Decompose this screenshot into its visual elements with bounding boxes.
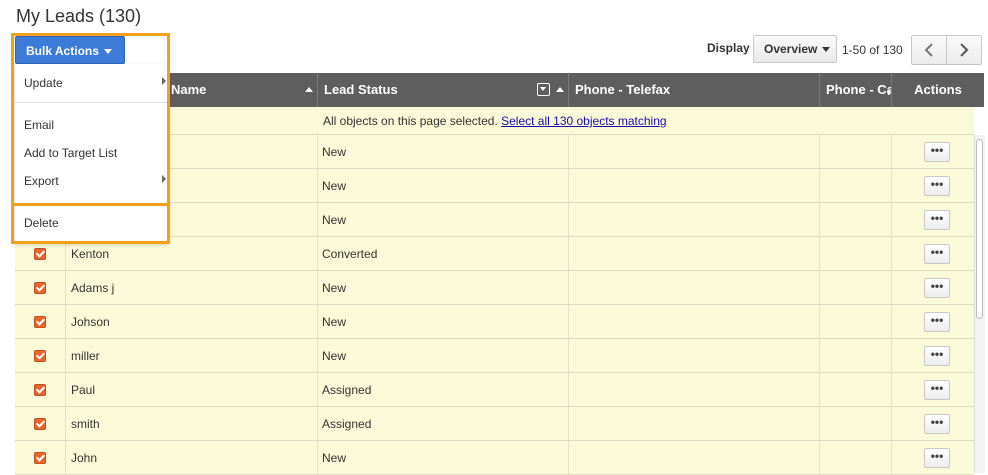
row-checkbox[interactable] [34,384,46,396]
checkbox-cell [15,441,66,474]
row-checkbox[interactable] [34,452,46,464]
lead-status: Assigned [322,417,372,431]
previous-page-button[interactable] [911,35,947,65]
row-actions-button[interactable]: ••• [924,380,950,400]
vertical-scrollbar[interactable] [974,135,985,473]
row-actions-button[interactable]: ••• [924,176,950,196]
display-select[interactable]: Overview [753,35,837,63]
lead-status: New [322,145,347,159]
menu-divider [15,102,168,103]
table-row[interactable]: smith Assigned ••• [15,407,974,441]
checkbox-cell [15,373,66,406]
row-actions-button[interactable]: ••• [924,346,950,366]
row-checkbox[interactable] [34,282,46,294]
menu-item-update[interactable]: Update [24,76,63,90]
filter-icon[interactable] [537,83,550,96]
display-label: Display [707,41,750,55]
row-actions-button[interactable]: ••• [924,448,950,468]
lead-name[interactable]: miller [71,339,100,373]
sort-ascending-icon [305,87,313,92]
chevron-right-icon [960,43,969,57]
menu-item-delete[interactable]: Delete [24,216,59,230]
lead-status: New [322,315,347,329]
table-row[interactable]: Johson New ••• [15,305,974,339]
lead-name[interactable]: Paul [71,373,95,407]
lead-name[interactable]: Adams j [71,271,114,305]
lead-status: Assigned [322,383,372,397]
lead-status: New [322,349,347,363]
column-header-name[interactable]: Name [165,73,318,107]
highlight-divider [11,203,170,206]
row-checkbox[interactable] [34,418,46,430]
table-row[interactable]: Adams j New ••• [15,271,974,305]
checkbox-cell [15,407,66,440]
lead-status: New [322,179,347,193]
row-actions-button[interactable]: ••• [924,278,950,298]
chevron-down-icon [104,49,112,54]
table-row[interactable]: John New ••• [15,441,974,475]
page-title: My Leads (130) [16,6,142,26]
menu-item-add-to-target-list[interactable]: Add to Target List [24,146,117,160]
table-row[interactable]: Paul Assigned ••• [15,373,974,407]
submenu-arrow-icon [162,77,166,85]
checkbox-cell [15,271,66,304]
column-header-phone-ca[interactable]: Phone - Ca [820,73,892,107]
checkbox-cell [15,305,66,338]
bulk-actions-button[interactable]: Bulk Actions [15,36,125,64]
checkbox-cell [15,339,66,372]
menu-item-email[interactable]: Email [24,118,54,132]
page-range: 1-50 of 130 [842,43,903,57]
selection-message: All objects on this page selected. [323,114,498,128]
row-actions-button[interactable]: ••• [924,210,950,230]
column-header-lead-status[interactable]: Lead Status [318,73,569,107]
lead-name[interactable]: smith [71,407,100,441]
row-checkbox[interactable] [34,350,46,362]
scroll-columns-right-icon[interactable]: › [887,83,892,99]
row-checkbox[interactable] [34,316,46,328]
submenu-arrow-icon [162,175,166,183]
row-actions-button[interactable]: ••• [924,142,950,162]
lead-name[interactable]: Johson [71,305,110,339]
sort-ascending-icon [556,87,564,92]
select-all-link[interactable]: Select all 130 objects matching [501,114,666,128]
column-header-phone-telefax[interactable]: Phone - Telefax [569,73,820,107]
column-header-actions: Actions [914,82,962,97]
row-actions-button[interactable]: ••• [924,244,950,264]
lead-status: New [322,451,347,465]
lead-status: New [322,213,347,227]
chevron-down-icon [822,47,830,52]
table-row[interactable]: Kenton Converted ••• [15,237,974,271]
table-row[interactable]: miller New ••• [15,339,974,373]
lead-name[interactable]: John [71,441,97,475]
chevron-left-icon [924,43,933,57]
lead-status: New [322,281,347,295]
menu-item-export[interactable]: Export [24,174,59,188]
lead-status: Converted [322,247,378,261]
row-actions-button[interactable]: ••• [924,414,950,434]
row-actions-button[interactable]: ••• [924,312,950,332]
display-value: Overview [764,42,818,56]
bulk-actions-menu: Update Email Add to Target List Export D… [15,64,168,242]
next-page-button[interactable] [946,35,982,65]
scrollbar-thumb[interactable] [976,139,983,319]
lead-name[interactable]: Kenton [71,237,109,271]
row-checkbox[interactable] [34,248,46,260]
